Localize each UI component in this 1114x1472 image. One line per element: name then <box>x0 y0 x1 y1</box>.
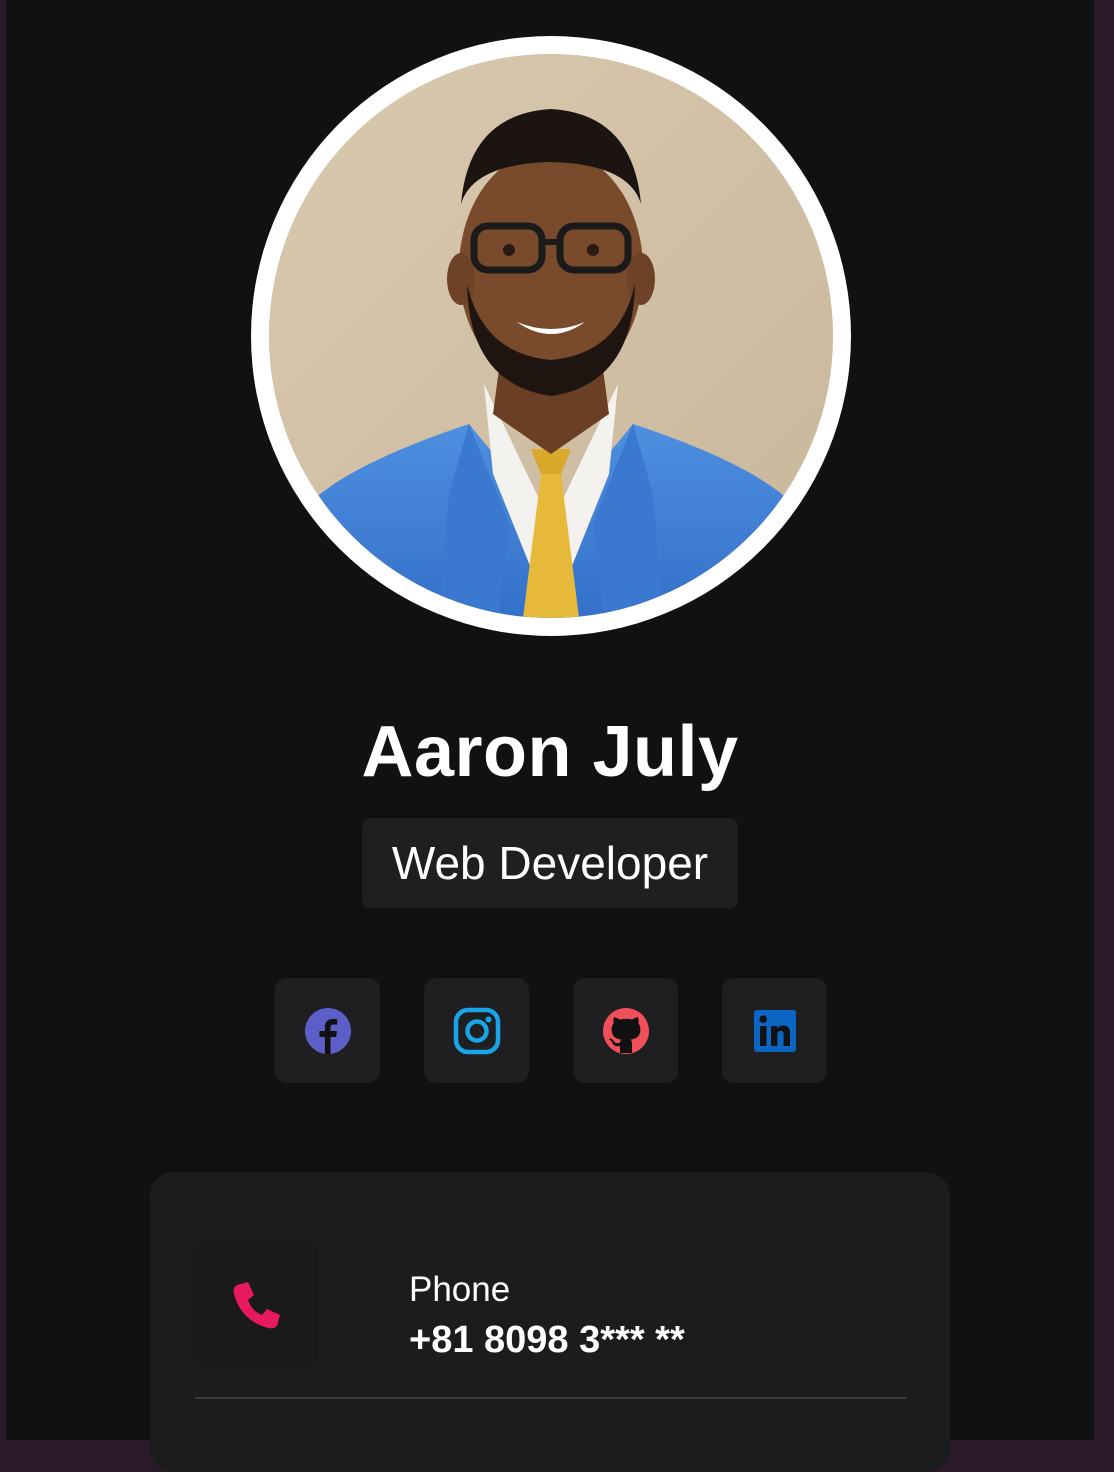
social-links <box>275 978 827 1083</box>
linkedin-button[interactable] <box>722 978 827 1083</box>
role-badge: Web Developer <box>361 818 739 908</box>
profile-name: Aaron July <box>361 712 739 792</box>
phone-icon-box <box>196 1244 318 1366</box>
contact-label: Phone <box>409 1270 511 1309</box>
github-button[interactable] <box>573 978 678 1083</box>
avatar <box>269 54 833 618</box>
divider <box>195 1397 906 1399</box>
profile-page: Aaron July Web Developer Phone +81 8098 … <box>6 0 1094 1472</box>
phone-number[interactable]: +81 8098 3*** ** <box>409 1318 685 1362</box>
instagram-icon <box>453 1007 500 1054</box>
linkedin-icon <box>753 1009 796 1052</box>
avatar-photo <box>269 54 833 618</box>
contact-card: Phone +81 8098 3*** ** <box>150 1172 950 1472</box>
facebook-button[interactable] <box>275 978 380 1083</box>
phone-icon <box>233 1282 280 1329</box>
github-icon <box>602 1007 649 1054</box>
facebook-icon <box>304 1007 351 1054</box>
instagram-button[interactable] <box>424 978 529 1083</box>
